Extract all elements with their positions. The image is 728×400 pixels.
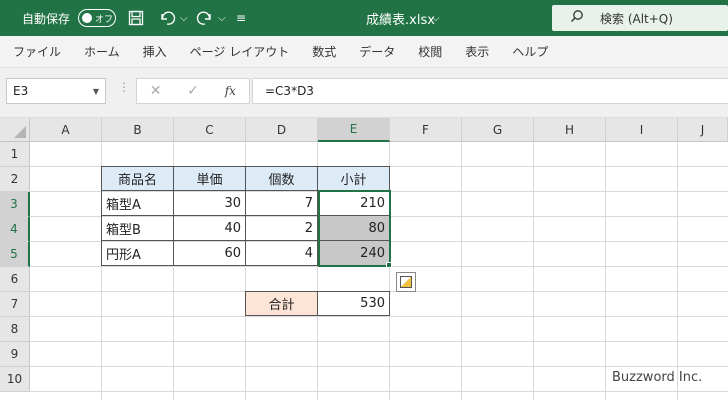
tab-home[interactable]: ホーム (84, 43, 120, 60)
title-bar: 自動保存 オフ ⌵ ⌵ ≡ 成績表.xlsx ⌵ 検索 (Alt+Q) (0, 0, 728, 36)
insert-function-button[interactable]: fx (212, 84, 249, 98)
column-header-a[interactable]: A (30, 118, 102, 142)
row-header-9[interactable]: 9 (0, 342, 30, 367)
search-icon (570, 9, 584, 27)
customize-qat-icon[interactable]: ≡ (236, 0, 246, 36)
tab-file[interactable]: ファイル (13, 43, 61, 60)
quick-analysis-glyph (400, 276, 412, 288)
tab-formulas[interactable]: 数式 (312, 43, 336, 60)
cell-c3[interactable]: 30 (174, 191, 246, 216)
undo-icon[interactable] (158, 0, 176, 36)
tab-review[interactable]: 校閲 (418, 43, 442, 60)
quick-analysis-icon[interactable] (396, 272, 416, 292)
row-header-1[interactable]: 1 (0, 142, 30, 167)
header-cell-price[interactable]: 単価 (174, 166, 246, 191)
column-header-c[interactable]: C (174, 118, 246, 142)
total-value-cell[interactable]: 530 (318, 291, 390, 316)
cell-e3[interactable]: 210 (318, 191, 390, 216)
redo-dropdown[interactable]: ⌵ (218, 0, 226, 36)
name-box-value: E3 (13, 84, 29, 98)
formula-text: =C3*D3 (265, 84, 314, 98)
redo-icon[interactable] (196, 0, 214, 36)
header-cell-subtotal[interactable]: 小計 (318, 166, 390, 191)
tab-data[interactable]: データ (359, 43, 395, 60)
column-header-d[interactable]: D (246, 118, 318, 142)
tab-help[interactable]: ヘルプ (512, 43, 548, 60)
column-header-h[interactable]: H (534, 118, 606, 142)
search-box[interactable]: 検索 (Alt+Q) (552, 5, 728, 31)
row-header-4[interactable]: 4 (0, 217, 30, 242)
toggle-knob (82, 13, 92, 23)
cell-d4[interactable]: 2 (246, 216, 318, 241)
cell-d5[interactable]: 4 (246, 241, 318, 266)
undo-dropdown[interactable]: ⌵ (180, 0, 188, 36)
header-cell-qty[interactable]: 個数 (246, 166, 318, 191)
column-header-f[interactable]: F (390, 118, 462, 142)
autosave-label: 自動保存 (22, 11, 71, 26)
cell-e5[interactable]: 240 (318, 241, 390, 266)
tab-insert[interactable]: 挿入 (143, 43, 167, 60)
autosave-state: オフ (95, 14, 114, 25)
chevron-down-icon[interactable]: ⌵ (432, 0, 440, 36)
enter-icon[interactable]: ✓ (174, 83, 211, 99)
select-all-triangle (14, 126, 26, 138)
ribbon-tabs: ファイル ホーム 挿入 ページ レイアウト 数式 データ 校閲 表示 ヘルプ (0, 36, 728, 68)
column-header-j[interactable]: J (678, 118, 728, 142)
tab-view[interactable]: 表示 (465, 43, 489, 60)
cancel-icon[interactable]: ✕ (137, 83, 174, 99)
total-label-cell[interactable]: 合計 (245, 291, 318, 316)
cell-b3[interactable]: 箱型A (101, 191, 174, 216)
cell-c4[interactable]: 40 (174, 216, 246, 241)
search-placeholder: 検索 (Alt+Q) (600, 11, 673, 26)
save-icon[interactable] (128, 0, 144, 36)
cell-d3[interactable]: 7 (246, 191, 318, 216)
cell-c5[interactable]: 60 (174, 241, 246, 266)
splitter-dots-icon[interactable]: ⋮ (118, 80, 130, 94)
cell-e4[interactable]: 80 (318, 216, 390, 241)
document-title[interactable]: 成績表.xlsx (366, 0, 435, 36)
row-header-5[interactable]: 5 (0, 242, 30, 267)
row-header-8[interactable]: 8 (0, 317, 30, 342)
watermark-text: Buzzword Inc. (612, 370, 703, 385)
formula-buttons: ✕ ✓ fx (136, 78, 250, 104)
tab-page-layout[interactable]: ページ レイアウト (190, 43, 290, 60)
column-header-i[interactable]: I (606, 118, 678, 142)
row-header-2[interactable]: 2 (0, 167, 30, 192)
row-header-3[interactable]: 3 (0, 192, 30, 217)
cell-b4[interactable]: 箱型B (101, 216, 174, 241)
chevron-down-icon[interactable]: ▼ (93, 87, 99, 96)
cell-b5[interactable]: 円形A (101, 241, 174, 266)
header-cell-product[interactable]: 商品名 (101, 166, 174, 191)
select-all-button[interactable] (0, 118, 30, 142)
column-header-e[interactable]: E (318, 118, 390, 142)
fill-handle[interactable] (386, 262, 392, 268)
name-box[interactable]: E3 ▼ (6, 78, 106, 104)
column-header-g[interactable]: G (462, 118, 534, 142)
row-header-6[interactable]: 6 (0, 267, 30, 292)
formula-input[interactable]: =C3*D3 (252, 78, 728, 104)
row-header-7[interactable]: 7 (0, 292, 30, 317)
column-header-b[interactable]: B (102, 118, 174, 142)
autosave-toggle[interactable]: オフ (78, 9, 116, 27)
row-header-10[interactable]: 10 (0, 367, 30, 392)
